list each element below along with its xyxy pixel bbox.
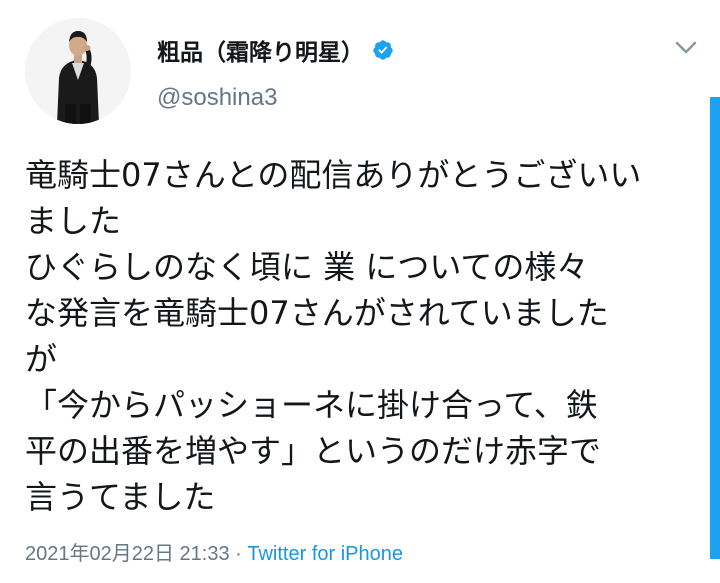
- source-link[interactable]: Twitter for iPhone: [247, 543, 403, 565]
- timestamp[interactable]: 2021年02月22日 21:33: [25, 543, 230, 565]
- display-name[interactable]: 粗品（霜降り明星）: [157, 33, 364, 67]
- avatar-image: [25, 18, 131, 124]
- meta-separator: ·: [229, 543, 248, 565]
- tweet-meta: 2021年02月22日 21:33 · Twitter for iPhone: [25, 537, 403, 566]
- tweet-text-line: 平の出番を増やす」というのだけ赤字で: [25, 432, 602, 470]
- tweet-text-line: ひぐらしのなく頃に 業 についての様々: [25, 248, 589, 286]
- scrollbar[interactable]: [710, 97, 720, 559]
- tweet-text: 竜騎士07さんとの配信ありがとうございい ました ひぐらしのなく頃に 業 につい…: [25, 152, 705, 520]
- tweet-text-line: 竜騎士07さんとの配信ありがとうございい: [25, 156, 642, 194]
- verified-badge-icon: [372, 39, 394, 61]
- author-name-row[interactable]: 粗品（霜降り明星）: [157, 34, 394, 66]
- tweet-text-line: ました: [25, 202, 122, 240]
- avatar[interactable]: [25, 18, 131, 124]
- chevron-down-icon[interactable]: [674, 40, 698, 56]
- tweet-card: 粗品（霜降り明星） @soshina3 竜騎士07さんとの配信ありがとうございい…: [0, 0, 720, 583]
- user-handle[interactable]: @soshina3: [157, 84, 277, 112]
- tweet-text-line: 「今からパッショーネに掛け合って、鉄: [25, 386, 598, 424]
- tweet-text-line: な発言を竜騎士07さんがされていました: [25, 294, 609, 332]
- tweet-text-line: が: [25, 340, 58, 378]
- tweet-text-line: 言うてました: [25, 478, 216, 516]
